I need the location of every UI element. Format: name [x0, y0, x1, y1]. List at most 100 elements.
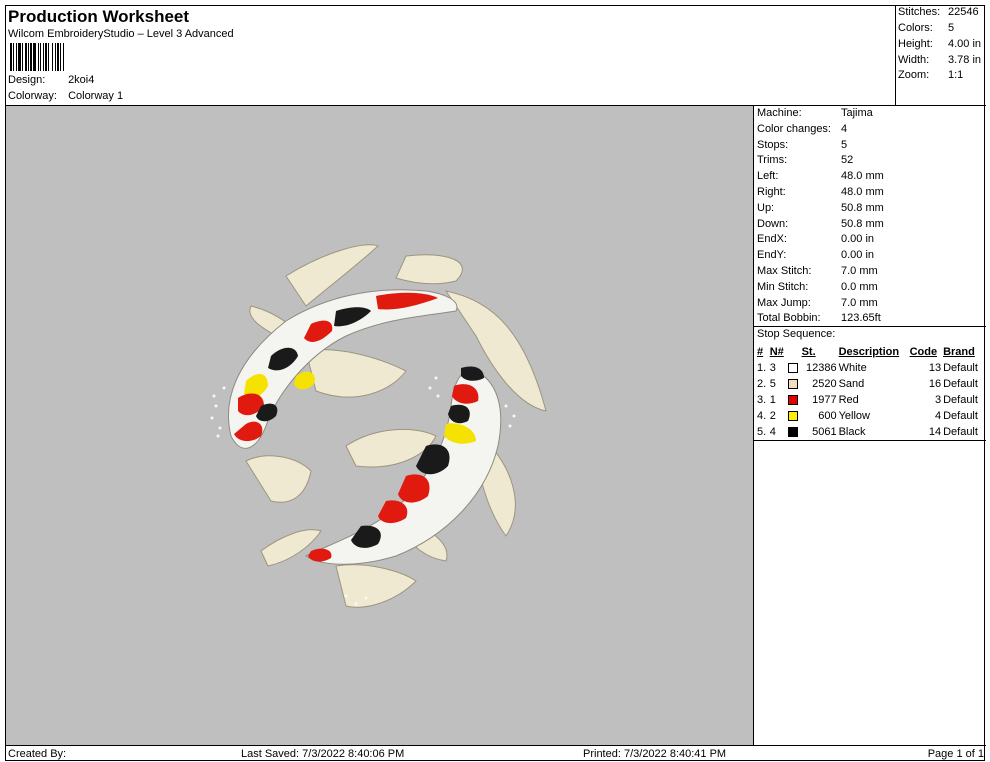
row-num: 5. [757, 426, 767, 438]
row-brand: Default [943, 410, 978, 422]
row-stitches: 1977 [812, 394, 837, 406]
info-row: EndY: 0.00 in [757, 249, 874, 261]
info-value: 50.8 mm [841, 201, 884, 214]
design-summary: Stitches: 22546 Colors: 5 Height: 4.00 in W… [896, 6, 986, 105]
summary-value: 1:1 [948, 69, 964, 81]
design-row: Design: 2koi4 [8, 74, 94, 86]
row-code: 16 [928, 378, 942, 390]
table-header-row: # N# St. Description Code Brand [756, 344, 984, 360]
row-description: Black [838, 426, 866, 438]
info-row: Color changes: 4 [757, 123, 847, 135]
info-label: EndY: [757, 249, 787, 262]
row-code: 13 [928, 362, 942, 374]
row-code: 4 [934, 410, 942, 422]
machine-info-panel: Machine: Tajima Color changes: 4 Stops: 5 Trim… [754, 105, 986, 745]
info-row: Up: 50.8 mm [757, 202, 884, 214]
table-row: 5. 4 5061 Black 14 Default [756, 424, 984, 440]
info-row: Total Bobbin: 123.65ft [757, 312, 881, 324]
page-number: Page 1 of 1 [927, 748, 984, 760]
row-needle: 4 [769, 426, 776, 438]
info-label: Stops: [757, 138, 789, 151]
summary-label: Height: [898, 38, 933, 50]
info-value: 52 [841, 154, 854, 167]
color-swatch [787, 392, 801, 408]
row-brand: Default [943, 394, 978, 406]
info-value: 7.0 mm [841, 265, 878, 277]
summary-width: Width: 3.78 in [898, 54, 981, 66]
summary-value: 22546 [948, 6, 979, 18]
info-row: Max Jump: 7.0 mm [757, 297, 878, 309]
info-value: 123.65ft [841, 312, 881, 325]
printed-date: Printed: 7/3/2022 8:40:41 PM [583, 748, 727, 760]
summary-value: 5 [948, 22, 955, 34]
summary-label: Colors: [898, 22, 933, 34]
design-value: 2koi4 [68, 74, 95, 86]
divider [754, 326, 986, 327]
row-num: 2. [757, 378, 767, 390]
design-label: Design: [8, 74, 46, 86]
row-num: 1. [757, 362, 767, 374]
info-value: 7.0 mm [841, 296, 878, 309]
summary-value: 4.00 in [948, 38, 982, 50]
col-code: Code [909, 346, 938, 358]
worksheet-footer: Created By: Last Saved: 7/3/2022 8:40:06… [6, 745, 986, 762]
col-description: Description [838, 346, 900, 358]
col-swatch [787, 344, 801, 360]
info-row: Stops: 5 [757, 139, 847, 151]
color-swatch [787, 376, 801, 392]
info-row: Min Stitch: 0.0 mm [757, 281, 878, 293]
created-by: Created By: [8, 748, 67, 760]
row-description: Sand [838, 378, 865, 390]
colorway-label: Colorway: [8, 90, 57, 102]
info-value: 0.00 in [841, 233, 875, 246]
stop-sequence-table: # N# St. Description Code Brand 1. 3 12386… [756, 344, 984, 440]
color-swatch [787, 408, 801, 424]
col-stitches: St. [801, 346, 816, 358]
row-num: 4. [757, 410, 767, 422]
info-value: 0.00 in [841, 249, 875, 262]
summary-stitches: Stitches: 22546 [898, 6, 979, 18]
row-code: 14 [928, 426, 942, 438]
info-row: Left: 48.0 mm [757, 170, 884, 182]
info-row: Machine: Tajima [757, 107, 873, 119]
row-needle: 3 [769, 362, 776, 374]
info-value: 0.0 mm [841, 280, 878, 293]
info-label: Color changes: [757, 122, 831, 135]
koi-embroidery-image [210, 244, 547, 608]
col-needle: N# [769, 346, 784, 358]
info-value: 48.0 mm [841, 186, 884, 198]
info-row: Down: 50.8 mm [757, 218, 884, 230]
info-row: Right: 48.0 mm [757, 186, 884, 198]
row-needle: 5 [769, 378, 776, 390]
barcode-image [10, 43, 64, 71]
software-name: Wilcom EmbroideryStudio – Level 3 Advanc… [8, 28, 234, 40]
info-value: 50.8 mm [841, 217, 884, 230]
design-preview [6, 105, 754, 745]
col-brand: Brand [943, 346, 975, 358]
table-row: 2. 5 2520 Sand 16 Default [756, 376, 984, 392]
colorway-value: Colorway 1 [68, 90, 124, 102]
table-row: 4. 2 600 Yellow 4 Default [756, 408, 984, 424]
table-row: 3. 1 1977 Red 3 Default [756, 392, 984, 408]
row-brand: Default [943, 378, 978, 390]
row-stitches: 2520 [812, 378, 837, 390]
summary-value: 3.78 in [948, 54, 982, 66]
summary-label: Zoom: [898, 69, 930, 81]
divider [754, 440, 986, 441]
worksheet-header: Production Worksheet Wilcom EmbroiderySt… [6, 6, 896, 105]
last-saved: Last Saved: 7/3/2022 8:40:06 PM [241, 748, 405, 760]
stop-sequence-title: Stop Sequence: [757, 328, 836, 340]
row-code: 3 [934, 394, 942, 406]
row-num: 3. [757, 394, 767, 406]
row-stitches: 600 [818, 410, 837, 422]
info-label: Trims: [757, 154, 788, 167]
summary-label: Stitches: [898, 6, 941, 18]
info-value: Tajima [841, 107, 873, 119]
info-label: Max Stitch: [757, 265, 812, 277]
info-value: 5 [841, 138, 848, 151]
row-brand: Default [943, 362, 978, 374]
row-description: White [838, 362, 867, 374]
info-row: EndX: 0.00 in [757, 233, 874, 245]
info-label: Up: [757, 201, 775, 214]
row-description: Yellow [838, 410, 870, 422]
